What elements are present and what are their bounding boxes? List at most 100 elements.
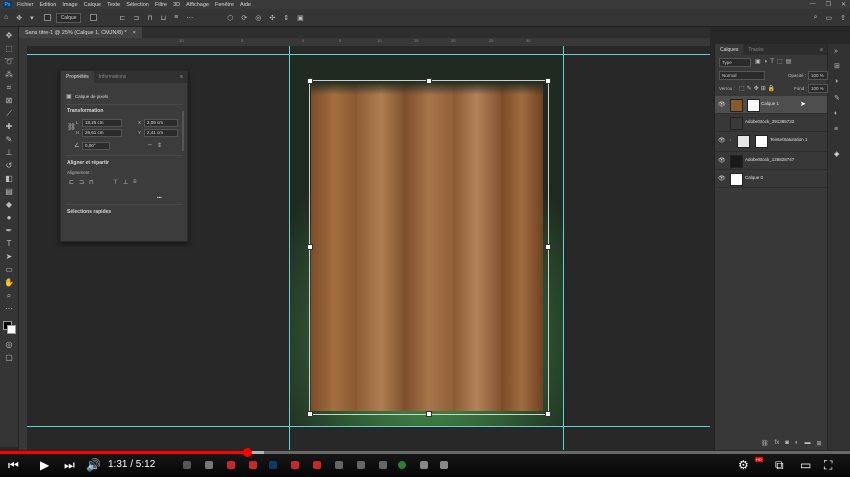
layer-filter-dropdown[interactable]: Type: [719, 58, 751, 67]
settings-gear-icon[interactable]: ⚙: [738, 457, 749, 473]
visibility-eye-icon[interactable]: 👁: [718, 137, 726, 144]
gradient-tool-icon[interactable]: ▤: [4, 187, 14, 196]
history-brush-tool-icon[interactable]: ↺: [4, 161, 14, 170]
visibility-eye-icon[interactable]: 👁: [718, 175, 726, 182]
theater-mode-icon[interactable]: ▭: [800, 457, 811, 473]
minimize-icon[interactable]: —: [810, 1, 816, 8]
guide-horizontal[interactable]: [27, 426, 710, 427]
photoshop-logo-icon[interactable]: Ps: [3, 1, 12, 8]
next-icon[interactable]: ⏭: [64, 457, 75, 473]
layer-row[interactable]: 👁 Calque 1 ➤: [715, 96, 827, 114]
mask-icon[interactable]: ◙: [785, 440, 789, 447]
guide-vertical[interactable]: [563, 46, 564, 450]
x-field[interactable]: 2,09 cm: [144, 119, 178, 127]
transform-heading[interactable]: Transformation: [67, 108, 103, 114]
menu-edition[interactable]: Edition: [40, 2, 57, 8]
align-top-icon[interactable]: ⊔: [161, 14, 166, 22]
screen-mode-icon[interactable]: ▢: [4, 353, 14, 362]
fullscreen-icon[interactable]: ⛶: [824, 457, 832, 473]
eraser-tool-icon[interactable]: ◧: [4, 174, 14, 183]
layer-row[interactable]: 👁 Calque 0: [715, 170, 827, 188]
transform-bounding-box[interactable]: [307, 78, 551, 417]
guide-horizontal[interactable]: [27, 54, 710, 55]
menu-affichage[interactable]: Affichage: [186, 2, 209, 8]
move-tool-icon[interactable]: ✥: [16, 14, 22, 22]
angle-field[interactable]: 0,00°: [82, 142, 110, 150]
align-vcenter-icon[interactable]: ⊥: [123, 179, 128, 186]
background-color-swatch[interactable]: [7, 325, 16, 334]
blend-mode-dropdown[interactable]: Normal: [719, 71, 765, 80]
type-tool-icon[interactable]: T: [4, 239, 14, 248]
maximize-icon[interactable]: ❐: [826, 1, 831, 8]
document-tab-close-icon[interactable]: ×: [133, 30, 136, 36]
panel-menu-icon[interactable]: ≡: [180, 74, 183, 80]
transform-handle[interactable]: [307, 244, 313, 250]
distribute-icon[interactable]: ⋯: [186, 14, 193, 22]
menu-filtre[interactable]: Filtre: [155, 2, 167, 8]
eyedropper-tool-icon[interactable]: ⟋: [4, 109, 14, 118]
zoom-tool-icon[interactable]: ⌕: [4, 291, 14, 300]
lock-icons[interactable]: ⬚✎✥⊞🔒: [739, 85, 777, 92]
align-hcenter-icon[interactable]: ⊐: [79, 179, 84, 186]
tab-proprietes[interactable]: Propriétés: [61, 71, 94, 83]
panel-menu-icon[interactable]: ≡: [820, 47, 823, 53]
properties-scrollbar[interactable]: [182, 111, 184, 151]
align-heading[interactable]: Aligner et répartir: [67, 160, 109, 166]
video-progress-bar[interactable]: [0, 451, 247, 454]
quick-actions-heading[interactable]: Sélections rapides: [67, 209, 111, 215]
height-field[interactable]: 26,61 cm: [82, 129, 122, 137]
brush-settings-icon[interactable]: ✎: [834, 94, 840, 102]
lasso-tool-icon[interactable]: ➰: [4, 57, 14, 66]
play-icon[interactable]: ▶: [40, 457, 49, 473]
3d-scale-icon[interactable]: ▣: [297, 14, 304, 22]
miniplayer-icon[interactable]: ⧉: [775, 457, 784, 473]
transform-handle[interactable]: [307, 78, 313, 84]
dodge-tool-icon[interactable]: ●: [4, 213, 14, 222]
quick-mask-icon[interactable]: ◎: [4, 340, 14, 349]
share-icon[interactable]: ⇪: [840, 14, 846, 22]
brush-tool-icon[interactable]: ✎: [4, 135, 14, 144]
visibility-eye-icon[interactable]: 👁: [718, 101, 726, 108]
align-right-icon[interactable]: ⊓: [89, 179, 94, 186]
crop-tool-icon[interactable]: ⌗: [4, 83, 14, 92]
transform-handle[interactable]: [545, 244, 551, 250]
search-icon[interactable]: ⌕: [814, 14, 818, 22]
guide-vertical[interactable]: [289, 46, 290, 450]
layer-filter-icons[interactable]: ▣◑T⬚▤: [755, 58, 794, 65]
home-icon[interactable]: ⌂: [4, 14, 8, 21]
menu-aide[interactable]: Aide: [240, 2, 251, 8]
flip-vertical-icon[interactable]: ⇕: [157, 142, 162, 149]
transform-handle[interactable]: [307, 411, 313, 417]
visibility-eye-icon[interactable]: 👁: [718, 157, 726, 164]
history-icon[interactable]: ⊞: [834, 62, 840, 70]
hand-tool-icon[interactable]: ✋: [4, 278, 14, 287]
3d-slide-icon[interactable]: ⇕: [283, 14, 289, 22]
document-tab[interactable]: Sans titre-1 @ 25% (Calque 1, CMJN/8) * …: [19, 27, 142, 38]
close-icon[interactable]: ✕: [841, 1, 846, 8]
blur-tool-icon[interactable]: ◆: [4, 200, 14, 209]
tab-traces[interactable]: Tracés: [743, 44, 768, 55]
fx-icon[interactable]: fx: [775, 440, 780, 447]
healing-tool-icon[interactable]: ✚: [4, 122, 14, 131]
align-right-icon[interactable]: ⊓: [147, 14, 152, 22]
align-top-icon[interactable]: ⊤: [113, 179, 118, 186]
frame-tool-icon[interactable]: ⊠: [4, 96, 14, 105]
transform-handle[interactable]: [545, 78, 551, 84]
shape-tool-icon[interactable]: ▭: [4, 265, 14, 274]
adjustment-icon[interactable]: ◐: [795, 440, 799, 447]
align-center-icon[interactable]: ⊐: [133, 14, 139, 22]
tab-informations[interactable]: Informations: [94, 74, 132, 80]
y-field[interactable]: 2,41 cm: [144, 129, 178, 137]
3d-drag-icon[interactable]: ✣: [269, 14, 275, 22]
menu-calque[interactable]: Calque: [84, 2, 101, 8]
3d-rotate-icon[interactable]: ⟳: [241, 14, 247, 22]
transform-handle[interactable]: [426, 411, 432, 417]
pen-tool-icon[interactable]: ✒: [4, 226, 14, 235]
menu-3d[interactable]: 3D: [173, 2, 180, 8]
opacity-field[interactable]: 100 %: [808, 71, 828, 80]
flip-horizontal-icon[interactable]: ⇔: [147, 142, 153, 148]
tab-calques[interactable]: Calques: [715, 44, 744, 55]
layer-mask-thumbnail[interactable]: [747, 99, 760, 112]
volume-icon[interactable]: 🔊: [86, 457, 101, 473]
previous-icon[interactable]: ⏮: [8, 457, 19, 473]
